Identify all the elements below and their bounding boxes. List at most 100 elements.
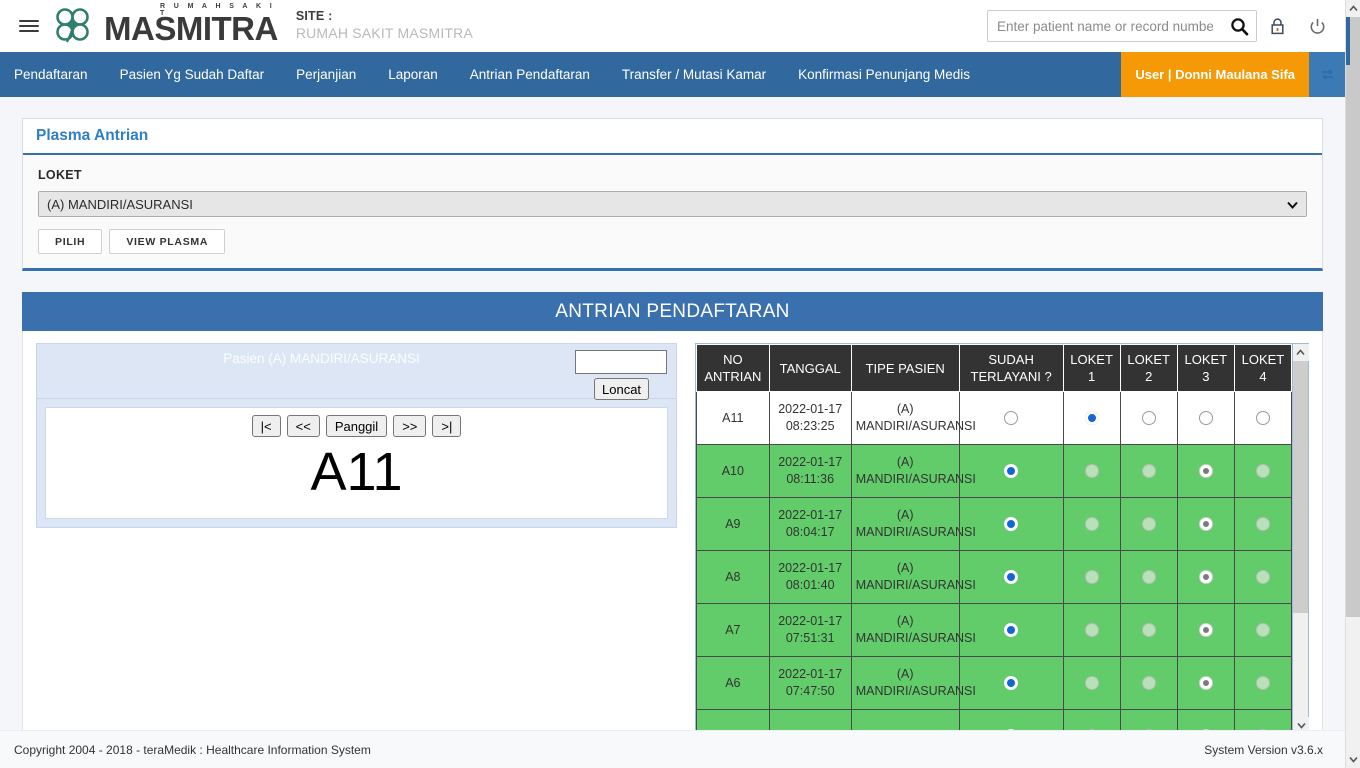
nav-item-laporan[interactable]: Laporan <box>372 52 454 97</box>
cell-loket-4[interactable] <box>1233 497 1292 551</box>
cell-loket-4[interactable] <box>1233 656 1292 710</box>
loket-3-radio[interactable] <box>1198 676 1213 691</box>
first-button[interactable]: |< <box>251 415 281 437</box>
cell-loket-3[interactable] <box>1176 391 1235 445</box>
power-icon[interactable] <box>1297 17 1337 36</box>
panggil-button[interactable]: Panggil <box>325 415 388 437</box>
last-button[interactable]: >| <box>432 415 462 437</box>
nav-item-transfer-mutasi-kamar[interactable]: Transfer / Mutasi Kamar <box>606 52 782 97</box>
loket-3-radio[interactable] <box>1198 464 1213 479</box>
cell-loket-1[interactable] <box>1062 497 1121 551</box>
loket-1-radio[interactable] <box>1084 517 1099 532</box>
loket-select[interactable]: (A) MANDIRI/ASURANSI <box>38 191 1307 217</box>
cell-loket-3[interactable] <box>1176 497 1235 551</box>
nav-item-pendaftaran[interactable]: Pendaftaran <box>0 52 104 97</box>
loket-2-radio[interactable] <box>1141 570 1156 585</box>
cell-loket-2[interactable] <box>1119 444 1178 498</box>
swap-icon[interactable] <box>1309 52 1345 97</box>
cell-loket-4[interactable] <box>1233 550 1292 604</box>
loket-3-radio[interactable] <box>1198 570 1213 585</box>
cell-loket-4[interactable] <box>1233 444 1292 498</box>
loket-3-radio[interactable] <box>1198 623 1213 638</box>
loket-4-radio[interactable] <box>1255 676 1270 691</box>
next-button[interactable]: >> <box>393 415 427 437</box>
loket-2-radio[interactable] <box>1141 517 1156 532</box>
sudah-terlayani-radio[interactable] <box>1004 623 1019 638</box>
view-plasma-button[interactable]: VIEW PLASMA <box>109 229 226 254</box>
page-scrollbar-thumb[interactable] <box>1346 17 1360 617</box>
user-menu-button[interactable]: User | Donni Maulana Sifa <box>1121 52 1309 97</box>
search-icon[interactable] <box>1222 17 1256 36</box>
cell-sudah-terlayani[interactable] <box>958 709 1064 730</box>
cell-sudah-terlayani[interactable] <box>958 444 1064 498</box>
loket-1-radio[interactable] <box>1084 411 1099 426</box>
loncat-button[interactable]: Loncat <box>594 378 650 400</box>
loket-3-radio[interactable] <box>1198 517 1213 532</box>
nav-item-konfirmasi-penunjang-medis[interactable]: Konfirmasi Penunjang Medis <box>782 52 986 97</box>
loket-4-radio[interactable] <box>1255 464 1270 479</box>
loket-2-radio[interactable] <box>1141 676 1156 691</box>
cell-loket-4[interactable] <box>1233 391 1292 445</box>
cell-loket-2[interactable] <box>1119 709 1178 730</box>
sudah-terlayani-radio[interactable] <box>1004 411 1019 426</box>
page-scroll-up-icon[interactable] <box>1346 0 1360 17</box>
cell-sudah-terlayani[interactable] <box>958 550 1064 604</box>
cell-loket-2[interactable] <box>1119 497 1178 551</box>
loket-4-radio[interactable] <box>1255 411 1270 426</box>
brand-logo[interactable]: R U M A H S A K I T MASMITRA <box>50 3 278 49</box>
cell-loket-3[interactable] <box>1176 444 1235 498</box>
page-scroll-down-icon[interactable] <box>1346 751 1360 768</box>
hamburger-icon[interactable] <box>14 16 44 36</box>
loket-3-radio[interactable] <box>1198 411 1213 426</box>
cell-loket-2[interactable] <box>1119 656 1178 710</box>
nav-item-antrian-pendaftaran[interactable]: Antrian Pendaftaran <box>454 52 606 97</box>
cell-loket-3[interactable] <box>1176 603 1235 657</box>
cell-sudah-terlayani[interactable] <box>958 656 1064 710</box>
cell-loket-1[interactable] <box>1062 391 1121 445</box>
loket-4-radio[interactable] <box>1255 623 1270 638</box>
search-box[interactable] <box>987 10 1257 42</box>
loket-4-radio[interactable] <box>1255 570 1270 585</box>
cell-sudah-terlayani[interactable] <box>958 497 1064 551</box>
cell-loket-1[interactable] <box>1062 444 1121 498</box>
cell-loket-1[interactable] <box>1062 603 1121 657</box>
pilih-button[interactable]: PILIH <box>38 229 103 254</box>
cell-loket-3[interactable] <box>1176 656 1235 710</box>
cell-loket-2[interactable] <box>1119 603 1178 657</box>
cell-sudah-terlayani[interactable] <box>958 391 1064 445</box>
table-scrollbar[interactable] <box>1292 343 1309 730</box>
cell-loket-1[interactable] <box>1062 550 1121 604</box>
page-scrollbar[interactable] <box>1345 0 1360 768</box>
cell-loket-3[interactable] <box>1176 709 1235 730</box>
cell-loket-1[interactable] <box>1062 709 1121 730</box>
queue-table-scroll-area[interactable]: NO ANTRIAN TANGGAL TIPE PASIEN SUDAH TER… <box>695 343 1293 730</box>
table-scroll-up-icon[interactable] <box>1292 344 1309 361</box>
cell-sudah-terlayani[interactable] <box>958 603 1064 657</box>
sudah-terlayani-radio[interactable] <box>1004 570 1019 585</box>
loket-4-radio[interactable] <box>1255 517 1270 532</box>
cell-loket-4[interactable] <box>1233 709 1292 730</box>
table-scroll-down-icon[interactable] <box>1293 717 1309 730</box>
sudah-terlayani-radio[interactable] <box>1004 676 1019 691</box>
lock-icon[interactable] <box>1257 17 1297 36</box>
loket-1-radio[interactable] <box>1084 570 1099 585</box>
nav-item-pasien-yg-sudah-daftar[interactable]: Pasien Yg Sudah Daftar <box>104 52 281 97</box>
previous-button[interactable]: << <box>286 415 320 437</box>
table-scrollbar-thumb[interactable] <box>1293 361 1308 613</box>
search-input[interactable] <box>988 12 1222 40</box>
cell-loket-2[interactable] <box>1119 550 1178 604</box>
sudah-terlayani-radio[interactable] <box>1004 464 1019 479</box>
nav-item-perjanjian[interactable]: Perjanjian <box>280 52 372 97</box>
sudah-terlayani-radio[interactable] <box>1004 517 1019 532</box>
loket-2-radio[interactable] <box>1141 623 1156 638</box>
loket-1-radio[interactable] <box>1084 676 1099 691</box>
loncat-input[interactable] <box>575 350 667 374</box>
cell-loket-2[interactable] <box>1119 391 1178 445</box>
loket-1-radio[interactable] <box>1084 623 1099 638</box>
cell-loket-3[interactable] <box>1176 550 1235 604</box>
loket-2-radio[interactable] <box>1141 411 1156 426</box>
loket-1-radio[interactable] <box>1084 464 1099 479</box>
cell-loket-1[interactable] <box>1062 656 1121 710</box>
loket-2-radio[interactable] <box>1141 464 1156 479</box>
cell-loket-4[interactable] <box>1233 603 1292 657</box>
